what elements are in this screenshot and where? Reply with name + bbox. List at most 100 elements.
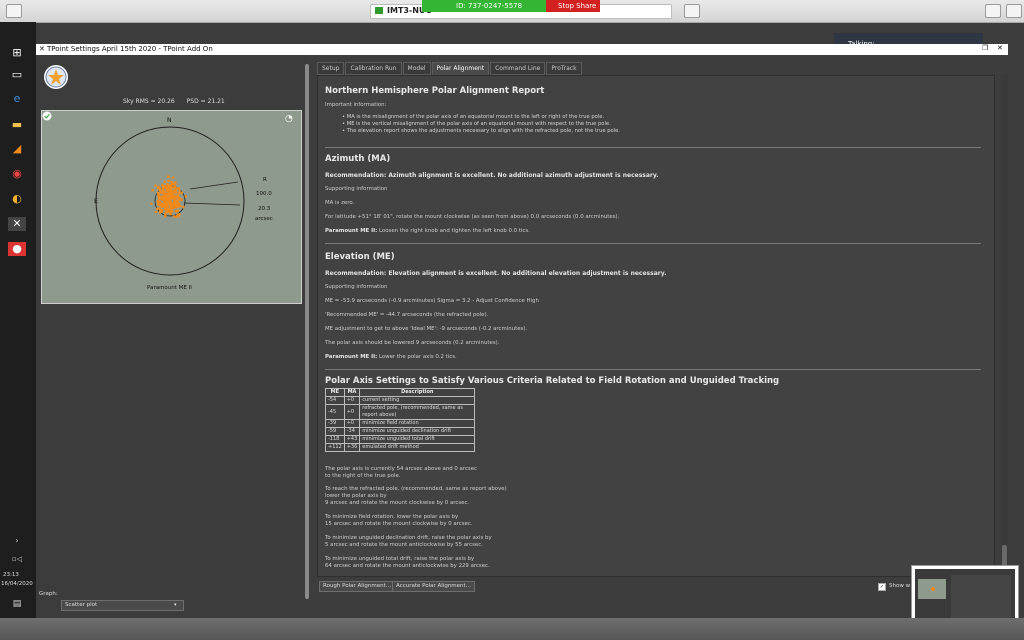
- divider: [325, 243, 981, 244]
- scale-inner: 20.3: [258, 206, 271, 212]
- bullet-ma: • MA is the misalignment of the polar ax…: [342, 114, 605, 120]
- azimuth-paramount: Paramount ME II: Loosen the right knob a…: [325, 228, 530, 234]
- cell-description: minimize unguided declination drift: [359, 427, 476, 436]
- important-label: Important information:: [325, 102, 387, 108]
- scale-outer: 100.0: [256, 191, 272, 197]
- scatter-point: [164, 195, 167, 199]
- menu-icon[interactable]: [985, 4, 1001, 18]
- scatter-point: [160, 208, 164, 212]
- scatter-point: [165, 197, 169, 201]
- divider: [325, 369, 981, 370]
- cell-description: minimize unguided total drift: [359, 435, 476, 444]
- user-icon[interactable]: [6, 4, 22, 18]
- clock-time: 23:13: [3, 572, 19, 578]
- windows-taskbar: ⊞ ▭ e ▬ ◢ ◉ ◐ ✕ ● › ▫◁ 23:13 16/04/2020 …: [0, 22, 36, 618]
- cell-description: refracted pole, (recommended, same as re…: [359, 404, 476, 420]
- scatter-point: [168, 198, 171, 202]
- para-refracted-1: To reach the refracted pole, (recommende…: [325, 486, 507, 492]
- show-checkbox[interactable]: ✓: [878, 583, 886, 591]
- azimuth-recommendation: Recommendation: Azimuth alignment is exc…: [325, 172, 659, 179]
- scatter-point: [180, 191, 183, 195]
- scatter-point: [154, 184, 158, 187]
- col-ma: MA: [343, 388, 361, 397]
- para-dec-drift-1: To minimize unguided declination drift, …: [325, 535, 492, 541]
- network-volume-icon[interactable]: ▫◁: [8, 552, 26, 566]
- file-explorer-icon[interactable]: ▬: [8, 118, 26, 132]
- rough-polar-alignment-button[interactable]: Rough Polar Alignment...: [319, 581, 395, 592]
- windows-start-icon[interactable]: ⊞: [8, 46, 26, 60]
- scatter-point: [172, 203, 175, 207]
- bullet-elevation-text: The elevation report shows the adjustmen…: [346, 128, 620, 134]
- cell-ma: +43: [343, 435, 361, 444]
- compass-east: E: [94, 198, 98, 205]
- monitor-icon: [375, 7, 383, 14]
- bullet-ma-text: MA is the misalignment of the polar axis…: [346, 114, 605, 120]
- tab-protrack[interactable]: ProTrack: [546, 62, 582, 75]
- scatter-point: [172, 215, 176, 218]
- add-icon[interactable]: [1006, 4, 1022, 18]
- scatter-point: [156, 193, 160, 196]
- window-titlebar: ✕ TPoint Settings April 15th 2020 - TPoi…: [36, 44, 1008, 55]
- close-app-icon[interactable]: ✕: [8, 217, 26, 231]
- thumbnail-dots: [931, 587, 935, 591]
- bullet-me: • ME is the vertical misalignment of the…: [342, 121, 611, 127]
- tab-bar: Setup Calibration Run Model Polar Alignment…: [317, 62, 583, 75]
- scatter-point: [173, 194, 176, 198]
- record-icon[interactable]: ●: [8, 242, 26, 256]
- tab-model[interactable]: Model: [402, 62, 431, 75]
- scatter-point: [161, 195, 165, 198]
- tab-calibration-run[interactable]: Calibration Run: [345, 62, 402, 75]
- tab-setup[interactable]: Setup: [317, 62, 345, 75]
- scatter-point: [159, 196, 163, 200]
- chevron-up-icon[interactable]: ›: [8, 534, 26, 548]
- edge-icon[interactable]: e: [8, 92, 26, 106]
- scatter-point: [171, 176, 175, 179]
- scatter-point: [161, 189, 165, 192]
- tab-polar-alignment[interactable]: Polar Alignment: [431, 62, 490, 75]
- scatter-point: [164, 213, 167, 216]
- theskyx-icon[interactable]: ◐: [8, 192, 26, 206]
- scatter-point: [175, 187, 179, 190]
- table-row: +112 +36 emulated drift method: [325, 443, 476, 452]
- polar-axis-table: ME MA Description -54 +0 current setting -…: [325, 388, 476, 452]
- polar-axis-heading: Polar Axis Settings to Satisfy Various C…: [325, 376, 780, 386]
- cell-me: -118: [325, 435, 345, 444]
- para-current-1: The polar axis is currently 54 arcsec ab…: [325, 466, 478, 472]
- elevation-adjustment: ME adjustment to get to above 'Ideal ME'…: [325, 326, 528, 332]
- cell-ma: +0: [343, 396, 361, 405]
- cell-me: +112: [325, 443, 345, 452]
- elevation-recommendation: Recommendation: Elevation alignment is e…: [325, 270, 667, 277]
- keyboard-icon[interactable]: [684, 4, 700, 18]
- scatter-point: [174, 201, 177, 204]
- tab-command-line[interactable]: Command Line: [490, 62, 546, 75]
- cell-me: -54: [325, 396, 345, 405]
- polar-alignment-report: Northern Hemisphere Polar Alignment Repo…: [317, 75, 995, 577]
- scatter-point: [158, 207, 162, 210]
- scatter-point: [166, 182, 169, 186]
- app-orange-icon[interactable]: ◢: [8, 142, 26, 156]
- stop-share-button[interactable]: Stop Share: [546, 0, 600, 12]
- elevation-paramount: Paramount ME II: Lower the polar axis 0.…: [325, 354, 457, 360]
- notification-icon[interactable]: ▤: [8, 597, 26, 611]
- accurate-polar-alignment-button[interactable]: Accurate Polar Alignment...: [392, 581, 475, 592]
- scatter-point: [167, 179, 170, 182]
- bottom-bar: [0, 618, 1024, 640]
- table-row: -39 +0 minimize field rotation: [325, 419, 476, 428]
- scatter-point: [156, 203, 160, 206]
- para-total-drift-1: To minimize unguided total drift, raise …: [325, 556, 475, 562]
- graph-type-select[interactable]: Scatter plot ▾: [61, 600, 184, 611]
- task-view-icon[interactable]: ▭: [8, 68, 26, 82]
- report-scrollbar[interactable]: [1001, 75, 1008, 575]
- restore-icon[interactable]: ❐: [982, 44, 988, 52]
- session-bar: ID: 737-0247-5578: [422, 0, 546, 12]
- stop-share-label: Stop Share: [558, 2, 597, 10]
- azimuth-heading: Azimuth (MA): [325, 154, 391, 164]
- chrome-icon[interactable]: ◉: [8, 167, 26, 181]
- col-description: Description: [359, 388, 476, 397]
- scatter-point: [178, 198, 181, 201]
- scatter-point: [174, 209, 178, 213]
- close-icon[interactable]: ✕: [997, 44, 1003, 52]
- pin-icon[interactable]: ◔: [285, 114, 293, 124]
- panel-splitter[interactable]: [305, 64, 309, 599]
- elevation-paramount-label: Paramount ME II:: [325, 354, 378, 360]
